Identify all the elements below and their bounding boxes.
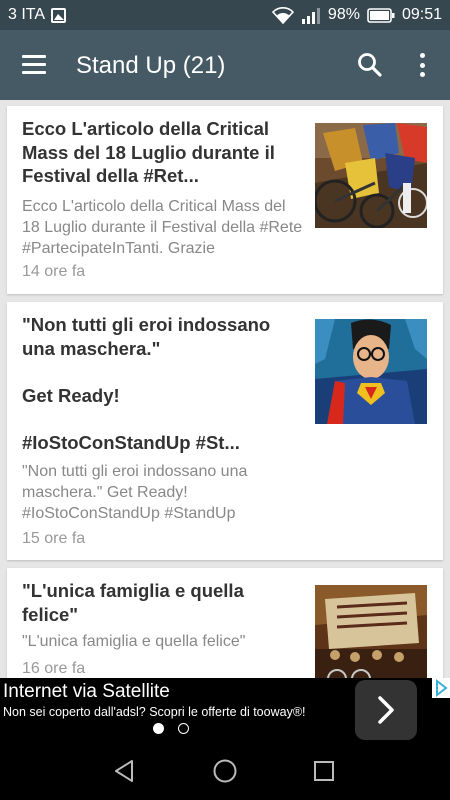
- protest-banner-thumbnail: [315, 585, 427, 678]
- article-card[interactable]: "Non tutti gli eroi indossano una masche…: [7, 302, 443, 560]
- article-card[interactable]: Ecco L'articolo della Critical Mass del …: [7, 106, 443, 294]
- article-summary: "L'unica famiglia e quella felice": [22, 633, 246, 650]
- back-icon[interactable]: [110, 756, 140, 786]
- article-time: 15 ore fa: [22, 530, 86, 547]
- clock: 09:51: [401, 6, 442, 23]
- cyclists-photo-thumbnail: [315, 123, 427, 228]
- hamburger-menu-icon[interactable]: [22, 55, 46, 75]
- status-bar: 3 ITA 98% 09:51: [0, 0, 450, 30]
- battery-icon: [367, 7, 395, 23]
- signal-icon: [301, 7, 320, 24]
- carousel-dot: [178, 723, 189, 734]
- overflow-menu-icon[interactable]: [414, 52, 430, 78]
- article-time: 14 ore fa: [22, 263, 86, 280]
- ad-banner[interactable]: Internet via Satellite Non sei coperto d…: [0, 678, 450, 748]
- navigation-bar: [0, 748, 450, 800]
- article-title: Ecco L'articolo della Critical Mass del …: [22, 118, 275, 186]
- ad-subtext: Non sei coperto dall'adsl? Scopri le off…: [3, 705, 306, 719]
- carousel-dot-active: [153, 723, 164, 734]
- article-title: "Non tutti gli eroi indossano una masche…: [22, 314, 271, 453]
- ad-open-button[interactable]: [355, 680, 417, 740]
- battery-percent: 98%: [327, 6, 360, 23]
- app-bar: Stand Up (21): [0, 30, 450, 100]
- article-card[interactable]: "L'unica famiglia e quella felice" "L'un…: [7, 568, 443, 678]
- wifi-icon: [271, 6, 294, 24]
- article-feed[interactable]: Ecco L'articolo della Critical Mass del …: [0, 100, 450, 678]
- home-icon[interactable]: [210, 756, 240, 786]
- article-summary: "Non tutti gli eroi indossano una masche…: [22, 463, 248, 522]
- image-notification-icon: [51, 7, 67, 23]
- article-time: 16 ore fa: [22, 660, 86, 677]
- carrier-label: 3 ITA: [8, 6, 46, 23]
- superhero-comic-thumbnail: [315, 319, 427, 424]
- recent-apps-icon[interactable]: [309, 756, 339, 786]
- search-icon[interactable]: [357, 52, 383, 78]
- app-title: Stand Up (21): [76, 52, 226, 79]
- article-summary: Ecco L'articolo della Critical Mass del …: [22, 198, 303, 257]
- chevron-right-icon: [378, 696, 394, 724]
- article-title: "L'unica famiglia e quella felice": [22, 580, 244, 625]
- adchoices-icon[interactable]: [432, 678, 450, 698]
- ad-headline: Internet via Satellite: [3, 681, 170, 702]
